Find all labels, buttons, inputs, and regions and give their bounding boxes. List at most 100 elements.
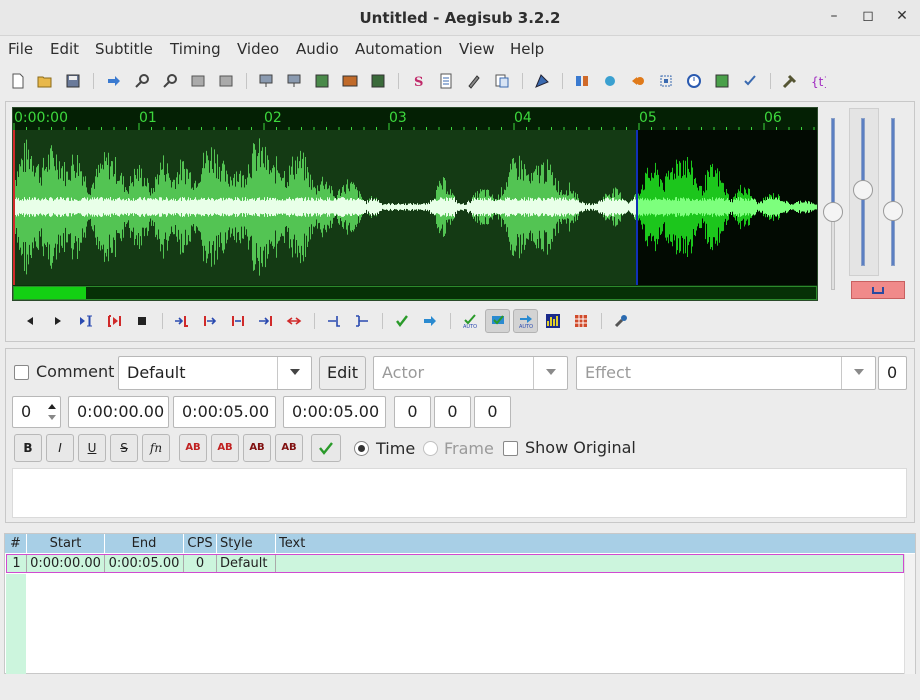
fonts-collector-icon[interactable] (370, 73, 386, 89)
column-header-number[interactable]: # (5, 534, 27, 553)
style-dropdown-button[interactable] (277, 357, 311, 389)
link-sliders-button[interactable] (851, 281, 905, 299)
clock-icon[interactable] (686, 73, 702, 89)
play-to-end-icon[interactable] (286, 313, 302, 329)
menu-view[interactable]: View (459, 40, 495, 58)
subtitle-text-area[interactable] (12, 468, 907, 518)
primary-color-button[interactable]: AB (179, 434, 207, 462)
translation-assistant-icon[interactable] (574, 73, 590, 89)
layer-spinner[interactable]: 0 (12, 396, 61, 428)
mic-icon[interactable] (613, 313, 629, 329)
snap-end-icon[interactable] (218, 73, 234, 89)
column-header-cps[interactable]: CPS (184, 534, 217, 553)
column-header-style[interactable]: Style (217, 534, 276, 553)
subtitle-grid[interactable]: # Start End CPS Style Text 1 0:00:00.00 … (4, 533, 916, 674)
italic-button[interactable]: I (46, 434, 74, 462)
vertical-zoom-slider-track[interactable] (891, 118, 895, 266)
minimize-button[interactable]: – (824, 8, 844, 28)
frame-radio[interactable] (423, 441, 438, 456)
style-assistant-icon[interactable] (602, 73, 618, 89)
options-icon[interactable] (630, 73, 646, 89)
menu-subtitle[interactable]: Subtitle (95, 40, 153, 58)
duration-field[interactable]: 0:00:05.00 (283, 396, 386, 428)
lua-script-icon[interactable]: {t} (810, 73, 826, 89)
table-row[interactable]: 1 0:00:00.00 0:00:05.00 0 Default (6, 554, 904, 573)
menu-automation[interactable]: Automation (355, 40, 442, 58)
play-current-icon[interactable] (106, 313, 122, 329)
menu-video[interactable]: Video (237, 40, 279, 58)
menu-audio[interactable]: Audio (296, 40, 339, 58)
start-time-field[interactable]: 0:00:00.00 (68, 396, 169, 428)
end-time-field[interactable]: 0:00:05.00 (173, 396, 276, 428)
bold-button[interactable]: B (14, 434, 42, 462)
commit-icon[interactable] (394, 313, 410, 329)
actor-dropdown-button[interactable] (533, 357, 567, 389)
menu-help[interactable]: Help (510, 40, 544, 58)
timing-postprocessor-icon[interactable] (494, 73, 510, 89)
edit-style-button[interactable]: Edit (319, 356, 366, 390)
video-details-icon[interactable] (286, 73, 302, 89)
menu-timing[interactable]: Timing (170, 40, 221, 58)
menu-edit[interactable]: Edit (50, 40, 79, 58)
save-file-icon[interactable] (65, 73, 81, 89)
scene-icon[interactable] (258, 73, 274, 89)
styles-manager-icon[interactable]: S (410, 73, 426, 89)
resample-icon[interactable] (438, 73, 454, 89)
actor-input[interactable]: Actor (373, 356, 568, 390)
margin-right-field[interactable]: 0 (434, 396, 471, 428)
next-line-icon[interactable] (50, 313, 66, 329)
column-header-end[interactable]: End (105, 534, 184, 553)
shadow-color-button[interactable]: AB (275, 434, 303, 462)
secondary-color-button[interactable]: AB (211, 434, 239, 462)
commit-button[interactable] (311, 434, 341, 462)
prev-line-icon[interactable] (22, 313, 38, 329)
attachments-icon[interactable] (342, 73, 358, 89)
column-header-start[interactable]: Start (27, 534, 105, 553)
stop-icon[interactable] (134, 313, 150, 329)
grid-icon[interactable] (714, 73, 730, 89)
volume-slider-knob[interactable] (853, 180, 873, 200)
column-header-text[interactable]: Text (276, 534, 903, 553)
go-to-icon[interactable] (422, 313, 438, 329)
set-start-icon[interactable] (326, 313, 342, 329)
time-radio[interactable] (354, 441, 369, 456)
audio-scrollbar[interactable] (13, 286, 817, 300)
spinner-arrows-icon[interactable] (46, 400, 58, 424)
effect-dropdown-button[interactable] (841, 357, 875, 389)
jump-to-icon[interactable] (106, 73, 122, 89)
show-original-checkbox[interactable] (503, 441, 518, 456)
strikeout-button[interactable]: S (110, 434, 138, 462)
vertical-zoom-slider-knob[interactable] (883, 201, 903, 221)
play-end-icon[interactable] (230, 313, 246, 329)
auto-scroll-toggle[interactable] (485, 309, 510, 333)
margin-left-field[interactable]: 0 (394, 396, 431, 428)
effect-input[interactable]: Effect (576, 356, 876, 390)
style-select[interactable]: Default (118, 356, 312, 390)
underline-button[interactable]: U (78, 434, 106, 462)
new-file-icon[interactable] (10, 73, 26, 89)
checklist-icon[interactable] (742, 73, 758, 89)
properties-icon[interactable] (314, 73, 330, 89)
snap-start-icon[interactable] (190, 73, 206, 89)
auto-next-toggle[interactable]: AUTO (513, 309, 538, 333)
hammer-icon[interactable] (782, 73, 798, 89)
set-end-icon[interactable] (354, 313, 370, 329)
outline-color-button[interactable]: AB (243, 434, 271, 462)
close-button[interactable]: ✕ (892, 8, 912, 28)
automation-icon[interactable] (658, 73, 674, 89)
comment-checkbox[interactable] (14, 365, 29, 380)
maximize-button[interactable]: ◻ (858, 8, 878, 28)
spell-check-icon[interactable] (466, 73, 482, 89)
spectrum-icon[interactable] (545, 313, 561, 329)
auto-commit-icon[interactable]: AUTO (462, 313, 478, 329)
grid-scrollbar[interactable] (904, 554, 915, 674)
margin-vertical-field[interactable]: 0 (474, 396, 511, 428)
menu-file[interactable]: File (8, 40, 33, 58)
audio-scrollbar-thumb[interactable] (14, 287, 86, 299)
play-selection-icon[interactable] (78, 313, 94, 329)
open-file-icon[interactable] (37, 73, 53, 89)
kanji-timer-icon[interactable] (534, 73, 550, 89)
karaoke-icon[interactable] (573, 313, 589, 329)
zoom-out-icon[interactable] (162, 73, 178, 89)
font-button[interactable]: fn (142, 434, 170, 462)
